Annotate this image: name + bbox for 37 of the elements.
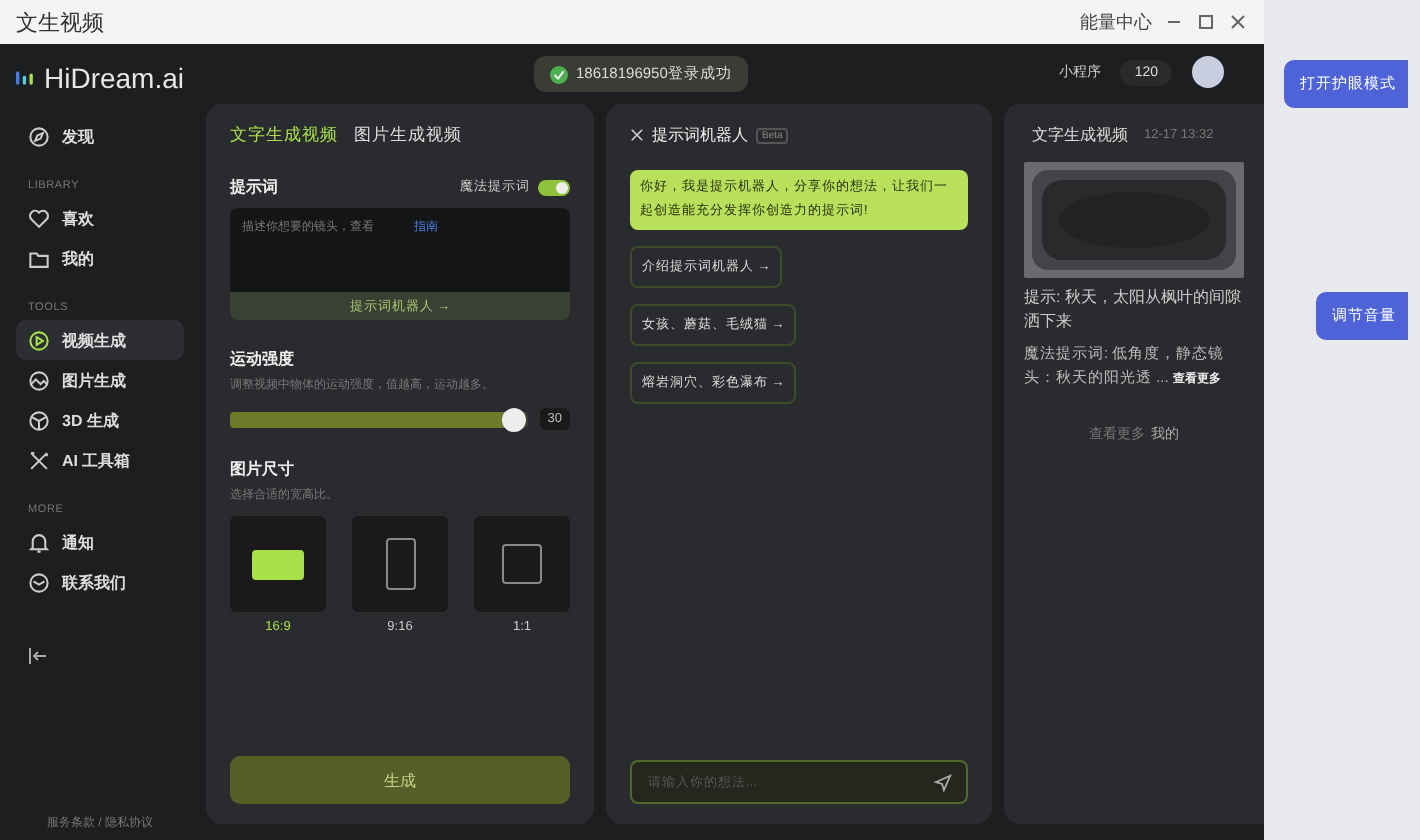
close-icon[interactable]: [1228, 12, 1248, 32]
sidebar-item[interactable]: 发现: [16, 116, 184, 156]
motion-slider[interactable]: [230, 411, 528, 427]
logo-icon: [16, 66, 34, 90]
window-title: 文生视频: [16, 9, 104, 37]
tools-icon: [28, 449, 50, 471]
brand-name: HiDream.ai: [43, 62, 184, 94]
sidebar-item[interactable]: 图片生成: [16, 360, 184, 400]
compass-icon: [28, 125, 50, 147]
tab[interactable]: 图片生成视频: [354, 124, 462, 148]
section-title: 图片尺寸: [230, 458, 296, 480]
generate-button[interactable]: 生成: [230, 756, 570, 804]
history-title: 文字生成视频: [1032, 124, 1128, 146]
folder-icon: [28, 247, 50, 269]
play-icon: [28, 329, 50, 351]
sidebar-item[interactable]: 3D 生成: [16, 400, 184, 440]
sidebar-item[interactable]: 视频生成: [16, 320, 184, 360]
collapse-icon[interactable]: [28, 646, 48, 666]
send-icon[interactable]: [934, 773, 952, 791]
check-icon: [550, 65, 568, 83]
image-icon: [28, 369, 50, 391]
heart-icon: [28, 207, 50, 229]
maximize-icon[interactable]: [1196, 12, 1216, 32]
prompt-text: 提示: 秋天，太阳从枫叶的间隙洒下来: [1024, 286, 1243, 334]
energy-center-link[interactable]: 能量中心: [1080, 9, 1152, 35]
sidebar-item[interactable]: AI 工具箱: [16, 440, 184, 480]
avatar[interactable]: [1192, 56, 1224, 88]
tab[interactable]: 文字生成视频: [230, 124, 338, 148]
prompt-label: 提示词: [230, 176, 278, 198]
sidebar-item[interactable]: 通知: [16, 522, 184, 562]
sidebar-item[interactable]: 联系我们: [16, 562, 184, 602]
sidebar-item[interactable]: 喜欢: [16, 198, 184, 238]
magic-prompt-toggle[interactable]: [538, 179, 570, 195]
section-title: 运动强度: [230, 348, 296, 370]
bell-icon: [28, 531, 50, 553]
sidebar-item[interactable]: 我的: [16, 238, 184, 278]
panel-title: 提示词机器人: [652, 124, 748, 146]
